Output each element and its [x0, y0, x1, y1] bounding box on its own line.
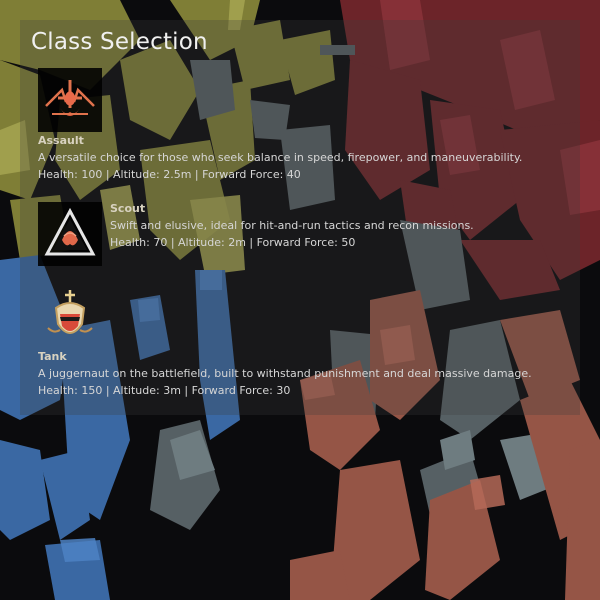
scout-emblem-icon — [38, 202, 102, 266]
tank-emblem-icon — [38, 284, 102, 348]
assault-emblem-icon — [38, 68, 102, 132]
class-stats-tank: Health: 150 | Altitude: 3m | Forward For… — [38, 384, 291, 397]
class-selection-panel — [20, 20, 580, 415]
class-stats-scout: Health: 70 | Altitude: 2m | Forward Forc… — [110, 236, 356, 249]
class-description-tank: A juggernaut on the battlefield, built t… — [38, 367, 532, 380]
class-description-assault: A versatile choice for those who seek ba… — [38, 151, 523, 164]
class-name-scout: Scout — [110, 202, 146, 215]
page-title: Class Selection — [31, 29, 208, 55]
class-name-assault: Assault — [38, 134, 84, 147]
class-description-scout: Swift and elusive, ideal for hit-and-run… — [110, 219, 474, 232]
class-stats-assault: Health: 100 | Altitude: 2.5m | Forward F… — [38, 168, 301, 181]
class-name-tank: Tank — [38, 350, 67, 363]
